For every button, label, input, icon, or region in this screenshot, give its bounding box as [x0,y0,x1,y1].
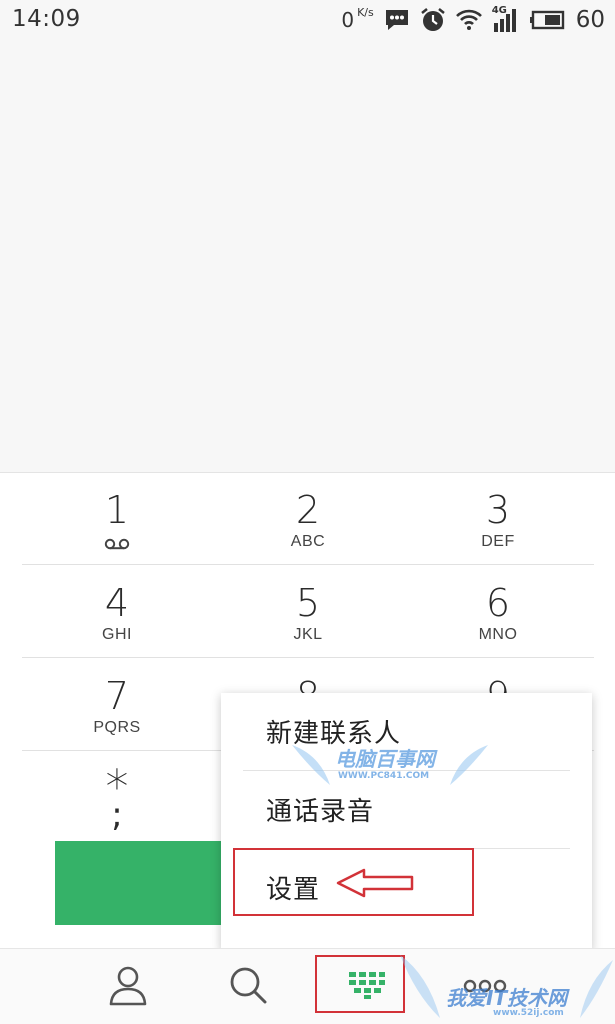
keypad-row-2: 4 GHI 5 JKL 6 MNO [22,566,594,658]
keypad-row-1: 1 2 ABC 3 DEF [22,473,594,565]
watermark-bottom: 我爱IT技术网 www.52ij.com [398,950,615,1024]
key-digit: 4 [104,581,130,625]
key-2[interactable]: 2 ABC [213,473,403,565]
key-digit: 3 [485,488,511,532]
person-icon [108,964,148,1010]
key-digit: 6 [485,581,511,625]
key-digit: 2 [295,488,321,532]
key-letters: JKL [293,626,323,643]
key-4[interactable]: 4 GHI [22,566,212,658]
key-letters: PQRS [93,719,141,736]
key-1[interactable]: 1 [22,473,212,565]
wifi-icon [455,9,482,31]
key-digit: 7 [104,674,130,718]
key-letters: ; [111,795,123,835]
status-time: 14:09 [12,6,81,32]
watermark-mid: 电脑百事网 WWW.PC841.COM [290,735,490,795]
nav-search[interactable] [218,959,278,1015]
message-icon [384,8,410,32]
status-icons: 0 K/s 4G 60 [341,4,605,36]
signal-icon: 4G [491,5,520,33]
key-letters: DEF [481,533,515,550]
left-arrow-icon [336,868,416,902]
network-type: 4G [491,5,507,16]
key-digit: 5 [295,581,321,625]
key-star[interactable]: * ; [22,752,212,844]
key-5[interactable]: 5 JKL [213,566,403,658]
menu-item-label: 通话录音 [266,797,375,827]
key-7[interactable]: 7 PQRS [22,659,212,751]
voicemail-icon [22,535,212,554]
key-digit: 1 [104,488,130,532]
number-display-area[interactable] [0,40,615,472]
search-icon [228,965,268,1009]
battery-percentage: 60 [575,7,605,33]
key-letters: MNO [478,626,518,643]
status-bar: 14:09 0 K/s 4G 60 [0,0,615,40]
dialpad-highlight-box [315,955,405,1013]
watermark-bottom-url: www.52ij.com [493,1008,564,1018]
net-speed: 0 K/s [341,6,374,32]
net-speed-value: 0 [341,8,355,32]
watermark-mid-title: 电脑百事网 [335,747,435,771]
watermark-bottom-title: 我爱IT技术网 [446,986,568,1010]
key-6[interactable]: 6 MNO [403,566,593,658]
alarm-icon [420,7,446,33]
key-letters: ABC [290,533,326,550]
battery-icon [529,9,566,31]
key-3[interactable]: 3 DEF [403,473,593,565]
key-letters: GHI [102,626,132,643]
net-speed-unit: K/s [357,6,374,19]
nav-contacts[interactable] [98,959,158,1015]
watermark-mid-url: WWW.PC841.COM [338,771,430,781]
